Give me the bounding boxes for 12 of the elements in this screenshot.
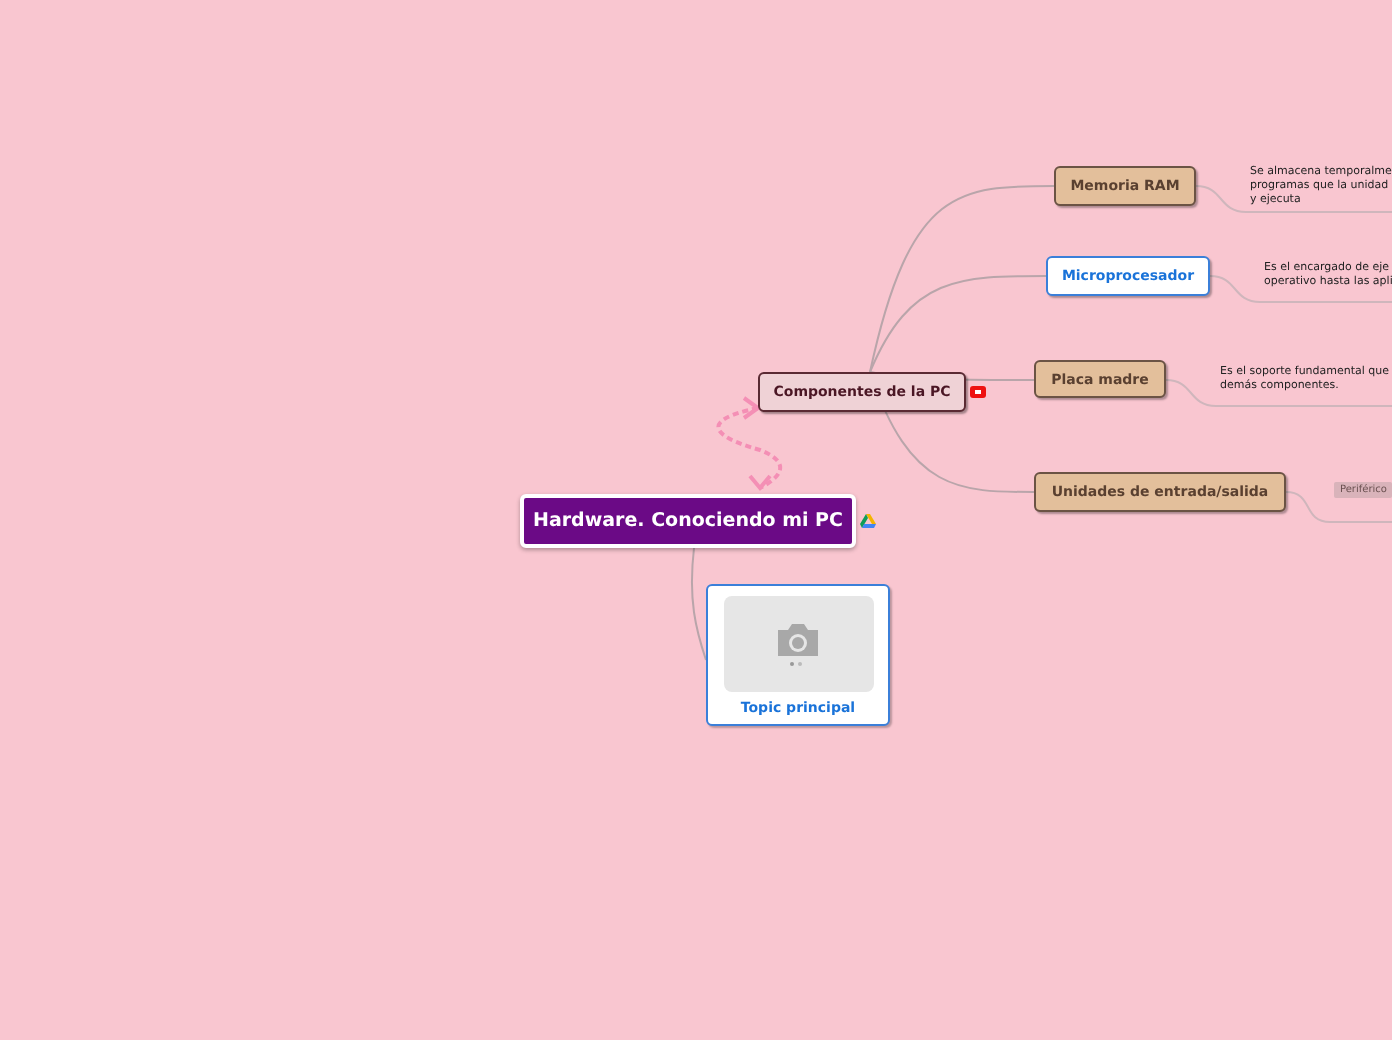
connector-line: [1209, 275, 1261, 303]
connector-line: [1165, 379, 1217, 407]
connector-arrow: [716, 396, 783, 492]
drive-icon[interactable]: [860, 514, 876, 528]
connector-line: [1285, 491, 1331, 523]
central-topic[interactable]: Hardware. Conociendo mi PC: [520, 494, 856, 548]
connector-line: [1195, 185, 1247, 213]
camera-icon: [774, 622, 822, 666]
video-icon[interactable]: [970, 386, 986, 398]
connector-line: [690, 547, 707, 661]
underline: [1259, 301, 1392, 303]
underline: [1329, 521, 1392, 523]
